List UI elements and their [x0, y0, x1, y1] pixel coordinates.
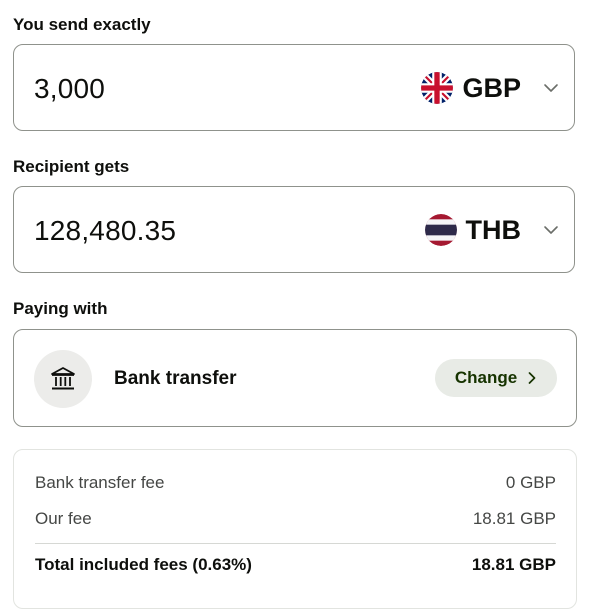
send-currency-selector[interactable]: GBP — [421, 70, 560, 106]
fee-row-total: Total included fees (0.63%) 18.81 GBP — [35, 555, 556, 575]
recipient-amount-value[interactable]: 128,480.35 — [34, 214, 176, 248]
send-currency-code: GBP — [462, 73, 521, 103]
uk-flag-icon — [421, 72, 454, 104]
fee-value: 0 GBP — [505, 473, 556, 492]
payment-method-name: Bank transfer — [114, 368, 237, 389]
recipient-currency-selector[interactable]: THB — [424, 212, 561, 248]
fee-label: Our fee — [35, 509, 92, 528]
fee-label: Bank transfer fee — [35, 473, 165, 492]
recipient-amount-field[interactable]: 128,480.35 THB — [13, 186, 575, 273]
chevron-down-icon — [544, 84, 558, 92]
chevron-right-icon — [528, 372, 536, 384]
total-fees-label: Total included fees (0.63%) — [35, 555, 252, 574]
payment-method-card[interactable]: Bank transfer Change — [13, 329, 577, 427]
chevron-down-icon — [544, 226, 558, 234]
fee-row-bank-transfer: Bank transfer fee 0 GBP — [35, 473, 556, 493]
change-button-label: Change — [454, 368, 518, 387]
fees-summary: Bank transfer fee 0 GBP Our fee 18.81 GB… — [13, 449, 577, 609]
fees-divider — [35, 543, 556, 544]
send-amount-value[interactable]: 3,000 — [34, 72, 105, 106]
send-amount-field[interactable]: 3,000 GBP — [13, 44, 575, 131]
bank-icon — [51, 367, 75, 390]
transfer-calculator: You send exactly 3,000 GBP Recipient get… — [0, 0, 596, 609]
thailand-flag-icon — [424, 214, 457, 246]
bank-icon-container — [34, 350, 92, 408]
send-label: You send exactly — [13, 15, 151, 34]
recipient-currency-code: THB — [465, 215, 522, 245]
total-fees-value: 18.81 GBP — [471, 555, 556, 574]
fee-value: 18.81 GBP — [472, 509, 556, 528]
paying-with-label: Paying with — [13, 299, 108, 318]
change-payment-button[interactable]: Change — [435, 359, 557, 397]
recipient-label: Recipient gets — [13, 157, 130, 176]
fee-row-our-fee: Our fee 18.81 GBP — [35, 509, 556, 529]
